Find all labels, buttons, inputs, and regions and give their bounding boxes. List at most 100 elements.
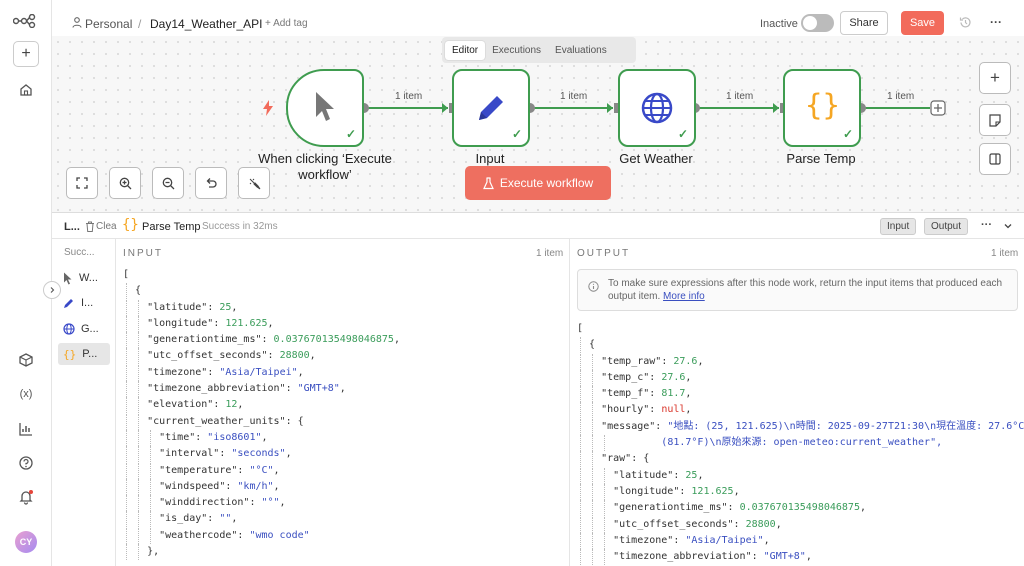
input-pane-title: INPUT <box>123 248 163 259</box>
list-item-get-weather[interactable]: G... <box>58 318 110 340</box>
chevron-down-icon[interactable] <box>1003 220 1013 234</box>
panel-more-button[interactable]: ··· <box>981 219 992 231</box>
info-icon <box>588 281 599 292</box>
json-line: "temp_raw": 27.6, <box>577 353 1024 370</box>
json-value: "seconds" <box>231 448 286 460</box>
sticky-note-button[interactable] <box>979 104 1011 136</box>
more-menu-button[interactable]: ··· <box>990 15 1002 29</box>
node-get-weather[interactable]: ✓ <box>618 69 696 147</box>
active-toggle[interactable] <box>801 14 834 32</box>
templates-icon[interactable] <box>13 347 39 373</box>
output-toggle-button[interactable]: Output <box>924 218 969 235</box>
lightning-icon <box>262 100 274 119</box>
edge-label: 1 item <box>887 91 915 102</box>
n8n-logo-icon[interactable] <box>12 8 40 34</box>
collapse-list-button[interactable] <box>43 281 61 299</box>
json-line: "time": "iso8601", <box>123 429 400 446</box>
json-line: "utc_offset_seconds": 28800, <box>577 516 1024 533</box>
selected-node-name: Parse Temp <box>142 221 201 233</box>
json-line: }, <box>123 544 400 561</box>
avatar[interactable]: CY <box>15 531 37 553</box>
json-key: "latitude" <box>613 469 674 481</box>
success-check-icon: ✓ <box>345 127 356 141</box>
json-value: "°" <box>261 497 280 509</box>
json-value: null <box>661 404 686 416</box>
list-item-trigger[interactable]: W... <box>58 267 110 289</box>
tidy-up-button[interactable] <box>238 167 270 199</box>
json-line: "temp_f": 81.7, <box>577 386 1024 403</box>
share-button[interactable]: Share <box>840 11 888 35</box>
json-line: "longitude": 121.625, <box>123 315 400 332</box>
json-line: (81.7°F)\n原始來源: open-meteo:current_weath… <box>577 435 1024 452</box>
save-button[interactable]: Save <box>901 11 944 35</box>
json-value: 28800 <box>745 518 776 530</box>
input-pane: INPUT 1 item [ { "latitude": 25, "longit… <box>116 239 570 566</box>
workflow-name[interactable]: Day14_Weather_API <box>150 17 263 31</box>
json-line: "longitude": 121.625, <box>577 483 1024 500</box>
json-text: }, <box>147 546 160 558</box>
node-trigger[interactable]: ✓ <box>286 69 364 147</box>
breadcrumb-project[interactable]: Personal <box>85 17 132 31</box>
create-button[interactable]: + <box>13 41 39 67</box>
json-line: "winddirection": "°", <box>123 495 400 512</box>
json-line: "latitude": 25, <box>123 299 400 316</box>
json-value: "iso8601" <box>207 431 262 443</box>
json-key: "timezone" <box>613 534 674 546</box>
json-key: "time" <box>159 431 196 443</box>
json-value: 25 <box>685 469 698 481</box>
add-node-button[interactable]: + <box>979 62 1011 94</box>
help-icon[interactable] <box>13 450 39 476</box>
input-toggle-button[interactable]: Input <box>880 218 917 235</box>
workflow-canvas[interactable]: Editor Executions Evaluations 1 item 1 i… <box>52 36 1024 212</box>
node-input[interactable]: ✓ <box>452 69 530 147</box>
json-key: "generationtime_ms" <box>147 334 262 346</box>
json-line: "current_weather_units": { <box>123 413 400 430</box>
json-key: "raw" <box>601 453 632 465</box>
more-info-link[interactable]: More info <box>663 291 705 302</box>
fit-view-button[interactable] <box>66 167 98 199</box>
execute-workflow-label: Execute workflow <box>499 176 594 190</box>
json-key: "timezone_abbreviation" <box>613 551 752 563</box>
json-line: "timezone_abbreviation": "GMT+8", <box>123 381 400 398</box>
json-line: "hourly": null, <box>577 402 1024 419</box>
json-key: "latitude" <box>147 301 208 313</box>
insights-icon[interactable] <box>13 416 39 442</box>
trash-icon[interactable] <box>85 221 95 235</box>
undo-button[interactable] <box>195 167 227 199</box>
edge-label: 1 item <box>395 91 423 102</box>
toggle-panel-button[interactable] <box>979 143 1011 175</box>
notifications-icon[interactable] <box>13 484 39 510</box>
json-value: 81.7 <box>661 388 686 400</box>
clear-logs-button[interactable]: Clea <box>96 221 117 232</box>
input-item-count: 1 item <box>536 248 564 259</box>
variables-icon[interactable]: (x) <box>13 381 39 407</box>
execute-workflow-button[interactable]: Execute workflow <box>465 166 611 200</box>
json-key: "timezone" <box>147 366 208 378</box>
json-line: "temperature": "°C", <box>123 462 400 479</box>
active-status-label: Inactive <box>760 18 798 30</box>
list-item-parse-temp[interactable]: {} P... <box>58 343 110 365</box>
list-item-input[interactable]: I... <box>58 292 110 314</box>
json-value: 0.037670135498046875 <box>739 502 860 514</box>
json-value: 121.625 <box>225 317 268 329</box>
zoom-out-button[interactable] <box>152 167 184 199</box>
home-icon[interactable] <box>13 77 39 103</box>
history-icon[interactable] <box>959 16 972 32</box>
json-value: 25 <box>219 301 232 313</box>
input-json-view: [ { "latitude": 25, "longitude": 121.625… <box>123 267 400 561</box>
add-tag-button[interactable]: + Add tag <box>265 18 308 29</box>
json-value: "GMT+8" <box>763 551 806 563</box>
list-item-label: I... <box>81 297 94 309</box>
json-line: "timezone": "Asia/Taipei", <box>577 532 1024 549</box>
globe-icon <box>641 92 673 124</box>
json-key: "temp_raw" <box>601 355 662 367</box>
node-parse-temp[interactable]: {} ✓ <box>783 69 861 147</box>
zoom-in-button[interactable] <box>109 167 141 199</box>
json-line: "message": "地點: (25, 121.625)\n時間: 2025-… <box>577 418 1024 435</box>
json-key: "utc_offset_seconds" <box>147 350 268 362</box>
json-line: { <box>123 283 400 300</box>
json-line: "is_day": "", <box>123 511 400 528</box>
json-value: 27.6 <box>673 355 698 367</box>
json-line: "generationtime_ms": 0.03767013549804687… <box>123 332 400 349</box>
json-line: [ <box>577 321 1024 337</box>
